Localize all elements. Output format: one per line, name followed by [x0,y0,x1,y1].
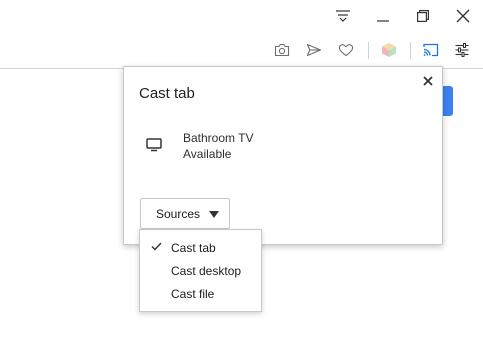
browser-toolbar [0,32,483,69]
tab-search-icon [336,10,350,22]
settings-sliders-icon [455,43,469,57]
restore-button[interactable] [403,0,443,32]
menu-item-label: Cast desktop [171,264,242,278]
monitor-icon [146,138,162,152]
sink-name: Bathroom TV [183,131,254,145]
checkmark-icon [151,242,162,251]
close-icon [423,76,433,86]
toolbar-divider [410,42,411,59]
sources-button[interactable]: Sources [140,198,230,229]
title-bar [0,0,483,32]
cast-dialog: Cast tab Bathroom TV Available Sources [123,66,443,245]
menu-item-cast-file[interactable]: Cast file [140,282,261,305]
menu-item-cast-desktop[interactable]: Cast desktop [140,259,261,282]
sources-label: Sources [156,206,201,221]
heart-icon [338,44,354,57]
sources-menu: Cast tab Cast desktop Cast file [139,229,262,312]
snapshot-button[interactable] [270,38,294,62]
extension-button[interactable] [377,38,401,62]
bookmark-heart-button[interactable] [334,38,358,62]
sink-status: Available [183,147,232,161]
send-icon [306,43,322,57]
menu-item-label: Cast tab [171,241,216,255]
cast-dialog-title: Cast tab [139,85,195,102]
menu-item-cast-tab[interactable]: Cast tab [140,236,261,259]
tab-search-button[interactable] [323,0,363,32]
cast-button[interactable] [419,38,443,62]
close-icon [456,9,470,23]
restore-icon [417,10,429,22]
minimize-button[interactable] [363,0,403,32]
extension-cube-icon [382,43,396,57]
cast-dialog-close-button[interactable] [419,72,437,90]
easy-setup-button[interactable] [450,38,474,62]
send-button[interactable] [302,38,326,62]
camera-icon [274,43,290,57]
cast-sink-item[interactable]: Bathroom TV Available [138,125,428,165]
minimize-icon [377,20,389,22]
close-window-button[interactable] [443,0,483,32]
menu-item-label: Cast file [171,287,215,301]
cast-icon [423,43,439,57]
chevron-down-icon [209,211,219,218]
toolbar-divider [368,42,369,59]
